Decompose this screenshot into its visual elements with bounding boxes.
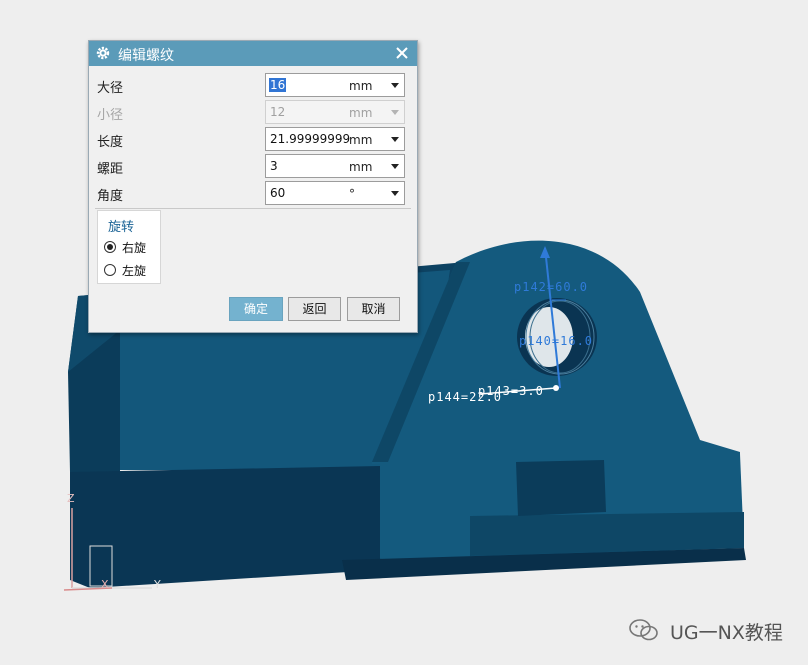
dialog-title: 编辑螺纹 — [118, 48, 174, 64]
field-value: 16 — [269, 78, 287, 92]
major-diameter-input[interactable]: 16 mm — [265, 73, 405, 97]
wechat-icon — [629, 619, 658, 641]
field-row-angle: 角度 60 ° — [89, 181, 417, 205]
field-row-major-diameter: 大径 16 mm — [89, 73, 417, 97]
radio-label[interactable]: 右旋 — [122, 239, 146, 256]
axis-y-label: Y — [154, 578, 161, 591]
chevron-down-icon[interactable] — [391, 83, 399, 88]
radio-dot — [107, 244, 113, 250]
field-label: 大径 — [97, 81, 124, 96]
dim-p142[interactable]: p142=60.0 — [514, 280, 588, 294]
field-label: 小径 — [97, 108, 124, 123]
field-label: 角度 — [97, 189, 124, 204]
field-row-minor-diameter: 小径 12 mm — [89, 100, 417, 124]
back-button[interactable]: 返回 — [288, 297, 341, 321]
chevron-down-icon[interactable] — [391, 191, 399, 196]
cancel-button[interactable]: 取消 — [347, 297, 400, 321]
edit-thread-dialog: 编辑螺纹 大径 16 mm 小径 12 mm 长度 21.99999999 mm… — [88, 40, 418, 333]
field-value: 60 — [270, 186, 286, 200]
pitch-input[interactable]: 3 mm — [265, 154, 405, 178]
rotation-group: 旋转 右旋 左旋 — [97, 210, 161, 284]
dim-p143[interactable]: p143=3.0 — [478, 384, 544, 398]
rotation-group-title: 旋转 — [108, 220, 135, 235]
ok-button[interactable]: 确定 — [229, 297, 283, 321]
unit-select: mm — [349, 106, 373, 120]
unit-select[interactable]: mm — [349, 79, 372, 93]
field-row-length: 长度 21.99999999 mm — [89, 127, 417, 151]
unit-select[interactable]: mm — [349, 160, 372, 174]
length-input[interactable]: 21.99999999 mm — [265, 127, 405, 151]
close-icon[interactable] — [394, 45, 410, 61]
radio-label[interactable]: 左旋 — [122, 262, 146, 279]
field-row-pitch: 螺距 3 mm — [89, 154, 417, 178]
radio-circle[interactable] — [104, 241, 116, 253]
watermark-text: UG一NX教程 — [670, 622, 783, 644]
axis-z-label: Z — [67, 492, 75, 505]
field-value: 21.99999999 — [270, 132, 351, 146]
unit-select[interactable]: ° — [349, 187, 355, 201]
field-label: 螺距 — [97, 162, 124, 177]
angle-input[interactable]: 60 ° — [265, 181, 405, 205]
field-value: 12 — [270, 105, 286, 119]
chevron-down-icon[interactable] — [391, 164, 399, 169]
unit-select[interactable]: mm — [349, 133, 372, 147]
chevron-down-icon — [391, 110, 399, 115]
divider — [95, 208, 411, 209]
chevron-down-icon[interactable] — [391, 137, 399, 142]
minor-diameter-input: 12 mm — [265, 100, 405, 124]
gear-icon — [96, 46, 110, 60]
field-value: 3 — [270, 159, 278, 173]
dialog-title-bar[interactable]: 编辑螺纹 — [89, 41, 417, 66]
axis-x-label: X — [101, 578, 109, 591]
dim-p140[interactable]: p140=16.0 — [519, 334, 593, 348]
radio-circle[interactable] — [104, 264, 116, 276]
field-label: 长度 — [97, 135, 124, 150]
